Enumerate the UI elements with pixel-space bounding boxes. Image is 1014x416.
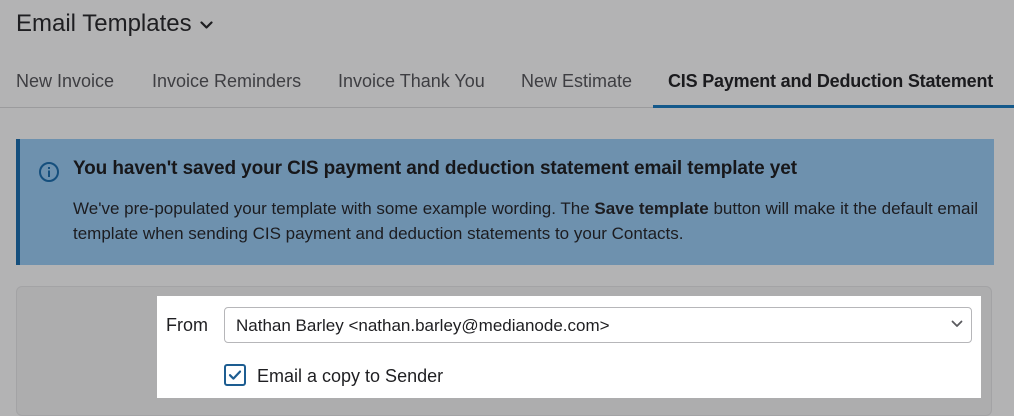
notice-title: You haven't saved your CIS payment and d… xyxy=(73,158,797,179)
tab-invoice-thank-you[interactable]: Invoice Thank You xyxy=(338,66,485,108)
unsaved-template-notice: You haven't saved your CIS payment and d… xyxy=(16,139,994,265)
tab-cis-payment-statement[interactable]: CIS Payment and Deduction Statement xyxy=(653,66,1014,108)
chevron-down-icon xyxy=(951,320,963,327)
email-copy-checkbox[interactable] xyxy=(224,364,246,386)
tab-bar: New Invoice Invoice Reminders Invoice Th… xyxy=(0,66,1014,108)
notice-body: We've pre-populated your template with s… xyxy=(73,196,983,246)
info-icon xyxy=(39,162,59,182)
page-header: Email Templates New Invoice Invoice Remi… xyxy=(0,0,1014,108)
page-title: Email Templates xyxy=(16,10,192,37)
save-template-emphasis: Save template xyxy=(594,199,709,218)
from-select-value: Nathan Barley <nathan.barley@medianode.c… xyxy=(236,316,610,335)
notice-body-text: We've pre-populated your template with s… xyxy=(73,199,595,218)
page-title-dropdown[interactable]: Email Templates xyxy=(16,8,213,40)
tab-new-invoice[interactable]: New Invoice xyxy=(16,66,114,108)
email-copy-label[interactable]: Email a copy to Sender xyxy=(257,364,443,388)
from-select[interactable]: Nathan Barley <nathan.barley@medianode.c… xyxy=(224,307,972,343)
tab-invoice-reminders[interactable]: Invoice Reminders xyxy=(152,66,301,108)
tab-new-estimate[interactable]: New Estimate xyxy=(521,66,632,108)
chevron-down-icon xyxy=(200,21,213,29)
from-label: From xyxy=(166,315,208,335)
checkmark-icon xyxy=(228,370,242,380)
